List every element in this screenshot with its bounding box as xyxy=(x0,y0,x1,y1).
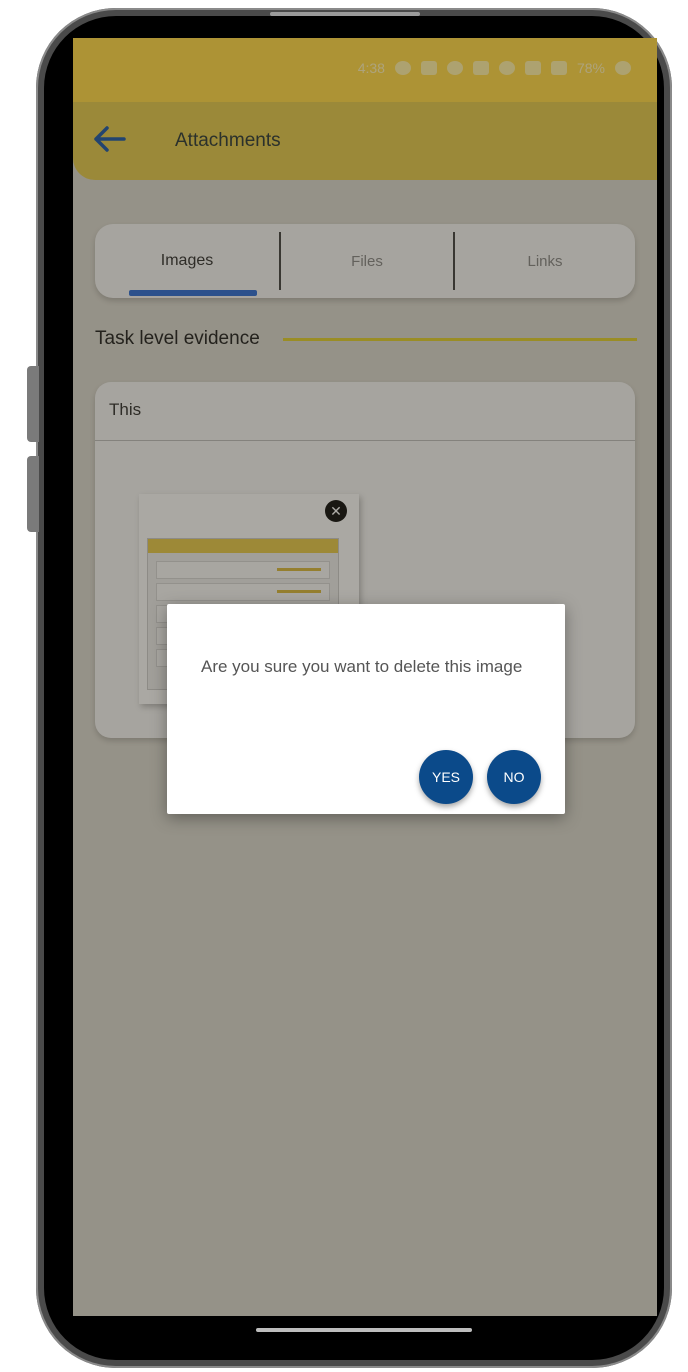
dialog-message: Are you sure you want to delete this ima… xyxy=(201,657,523,676)
yes-button[interactable]: YES xyxy=(419,750,473,804)
delete-confirm-dialog: Are you sure you want to delete this ima… xyxy=(167,604,565,814)
home-indicator xyxy=(256,1328,472,1332)
screen: 4:38 78% Attachments Images Files Links … xyxy=(73,38,657,1316)
no-button[interactable]: NO xyxy=(487,750,541,804)
volume-button xyxy=(27,366,39,442)
power-button xyxy=(27,456,39,532)
